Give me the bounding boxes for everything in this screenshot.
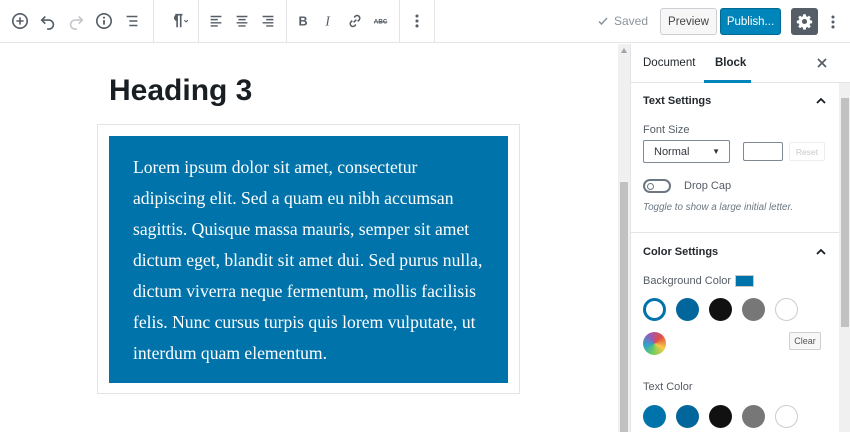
reset-button[interactable]: Reset [789,142,825,161]
toggle-knob [647,182,654,190]
section-divider [631,232,839,233]
font-size-label: Font Size [643,124,690,136]
toolbar-divider [198,0,199,43]
active-tab-indicator [704,80,751,83]
sidebar-tabs: Document Block [631,44,850,83]
strikethrough-icon[interactable]: ABC [368,8,394,34]
paragraph-icon[interactable] [163,8,193,34]
more-menu-icon[interactable] [822,8,844,35]
editor-toolbar: B I ABC Saved Preview Publish... [0,0,850,43]
color-swatch-blue-selected[interactable] [643,298,666,321]
color-swatch-dark-blue[interactable] [676,298,699,321]
chevron-down-icon: ▼ [712,147,720,156]
italic-icon[interactable]: I [316,8,342,34]
settings-sidebar: Document Block Text Settings Font Size N… [630,44,850,432]
editor-scrollbar-thumb[interactable] [620,182,628,432]
close-icon[interactable] [815,56,829,70]
more-options-icon[interactable] [404,8,430,34]
paragraph-block[interactable]: Lorem ipsum dolor sit amet, consectetur … [109,136,508,383]
text-color-swatch-black[interactable] [709,405,732,428]
align-left-icon[interactable] [203,8,229,34]
bold-icon[interactable]: B [290,8,316,34]
drop-cap-help: Toggle to show a large initial letter. [643,202,794,213]
publish-button[interactable]: Publish... [720,8,781,35]
toolbar-divider [286,0,287,43]
svg-text:I: I [324,14,331,29]
add-block-icon[interactable] [7,8,33,34]
link-icon[interactable] [342,8,368,34]
color-swatch-gray[interactable] [742,298,765,321]
sidebar-scrollbar-thumb[interactable] [841,98,849,327]
gear-icon [796,14,813,30]
align-center-icon[interactable] [229,8,255,34]
drop-cap-label: Drop Cap [684,180,732,192]
font-size-value: Normal [654,146,690,158]
svg-text:B: B [299,15,308,29]
editor-scrollbar[interactable] [618,44,630,432]
tab-block[interactable]: Block [715,57,746,69]
text-color-swatch-dark-blue[interactable] [676,405,699,428]
color-settings-title[interactable]: Color Settings [643,246,718,258]
color-swatch-white[interactable] [775,298,798,321]
text-settings-title[interactable]: Text Settings [643,95,711,107]
custom-font-size-input[interactable] [743,142,783,161]
text-color-swatch-gray[interactable] [742,405,765,428]
chevron-up-icon[interactable] [815,246,827,258]
text-color-label: Text Color [643,381,693,393]
info-icon[interactable] [91,8,117,34]
heading-block[interactable]: Heading 3 [109,74,252,108]
redo-icon[interactable] [63,8,89,34]
color-swatch-black[interactable] [709,298,732,321]
background-color-label: Background Color [643,275,732,287]
outline-icon[interactable] [119,8,145,34]
clear-color-button[interactable]: Clear [789,332,821,350]
drop-cap-toggle[interactable] [643,179,671,193]
toolbar-divider [434,0,435,43]
tab-document[interactable]: Document [643,57,695,69]
background-color-indicator [735,275,754,287]
settings-gear-button[interactable] [791,8,818,35]
saved-label: Saved [614,14,649,28]
scroll-up-arrow-icon[interactable] [621,48,627,53]
chevron-up-icon[interactable] [815,95,827,107]
toolbar-divider [399,0,400,43]
font-size-select[interactable]: Normal ▼ [643,140,730,163]
toolbar-divider [153,0,154,43]
text-color-swatch-blue[interactable] [643,405,666,428]
align-right-icon[interactable] [255,8,281,34]
checkmark-icon [598,17,608,26]
preview-button[interactable]: Preview [660,8,717,35]
custom-color-picker-icon[interactable] [643,332,666,355]
text-color-swatch-white[interactable] [775,405,798,428]
editor-canvas: Heading 3 Lorem ipsum dolor sit amet, co… [0,44,618,432]
undo-icon[interactable] [35,8,61,34]
saved-status: Saved [597,14,648,28]
sidebar-scrollbar[interactable] [839,83,850,432]
